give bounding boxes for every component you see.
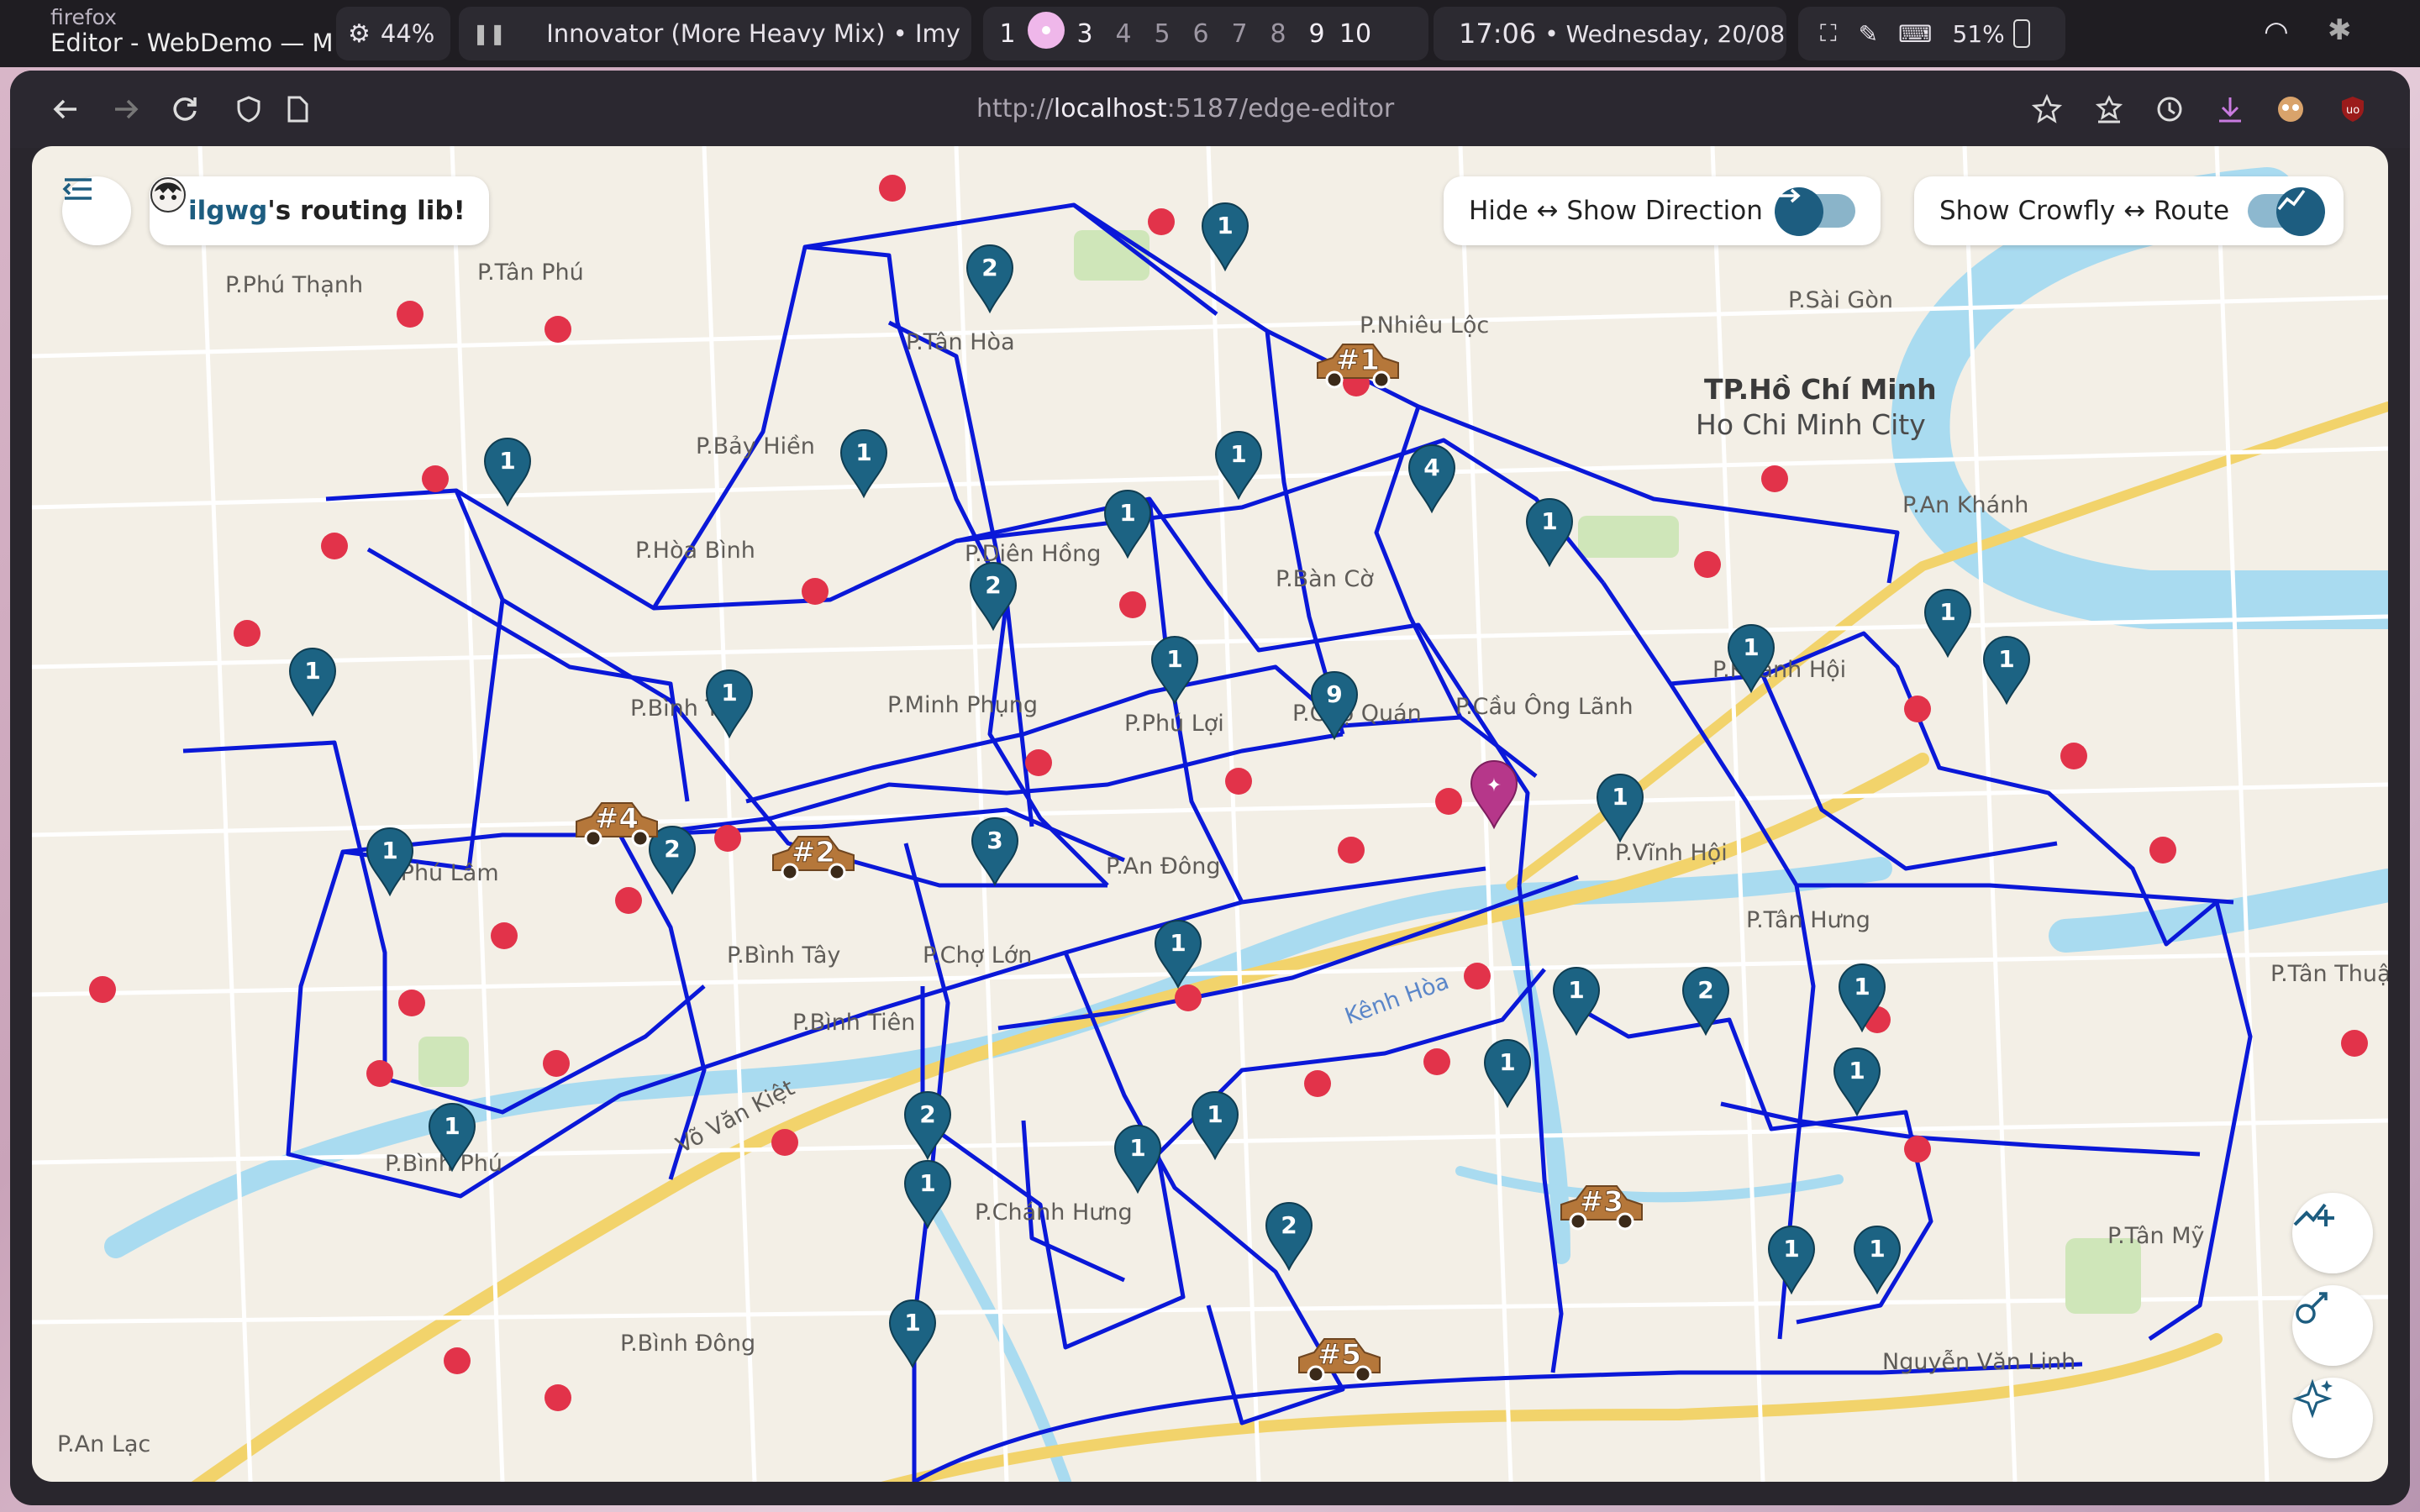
battery-icon (2012, 19, 2030, 48)
ublock-icon[interactable]: uo (2334, 91, 2371, 128)
author-avatar (150, 177, 186, 213)
add-route-button[interactable] (2292, 1193, 2373, 1273)
route-line-icon (2276, 187, 2326, 236)
svg-text:#3: #3 (1580, 1185, 1623, 1219)
workspace-5[interactable]: 5 (1143, 19, 1181, 49)
workspace-switcher: 1 3 4 5 6 7 8 9 10 (983, 7, 1428, 60)
brand-suffix: 's routing lib! (267, 196, 466, 226)
workspace-4[interactable]: 4 (1104, 19, 1143, 49)
menu-collapse-icon (62, 178, 92, 200)
url-prefix: http:// (976, 94, 1054, 123)
media-widget[interactable]: ❚❚ Innovator (More Heavy Mix) • Imy (459, 7, 971, 60)
url-bar[interactable]: http://localhost:5187/edge-editor (976, 94, 1394, 123)
route-toggle[interactable]: Show Crowfly ↔ Route (1914, 176, 2344, 245)
vehicle-layer: #1 #2 #3 #4 #5 (575, 343, 1644, 1383)
svg-text:uo: uo (2346, 104, 2360, 117)
vehicle-marker[interactable]: #3 (1560, 1184, 1644, 1231)
svg-text:#1: #1 (1336, 344, 1380, 377)
cpu-indicator[interactable]: ⚙ 44% (336, 7, 450, 60)
extension-avatar-icon[interactable] (2272, 91, 2309, 128)
system-topbar: firefox Editor - WebDemo — Moz ⚙ 44% ❚❚ … (0, 0, 2420, 67)
history-icon[interactable] (2151, 91, 2188, 128)
wifi-icon[interactable]: ◠ (2264, 15, 2289, 49)
svg-text:#2: #2 (792, 836, 835, 869)
cpu-icon: ⚙ (348, 18, 371, 49)
arrow-right-icon (1774, 187, 1823, 236)
clock-time: 17:06 (1459, 18, 1537, 50)
map-canvas[interactable]: P.Phú Thạnh P.Tân Phú P.Bảy Hiền P.Hòa B… (32, 146, 2388, 1482)
back-icon[interactable] (47, 91, 84, 128)
route-plan-icon (2296, 1292, 2328, 1324)
brand-badge: ilgwg's routing lib! (150, 176, 489, 245)
brand-text: ilgwg's routing lib! (188, 196, 466, 226)
color-picker-icon[interactable]: ✎ (1859, 20, 1878, 48)
page-icon[interactable] (279, 91, 316, 128)
workspace-2-current[interactable] (1027, 12, 1065, 55)
url-path: :5187/edge-editor (1166, 94, 1395, 123)
add-route-icon (2293, 1203, 2334, 1226)
magic-button[interactable] (2292, 1378, 2373, 1458)
workspace-6[interactable]: 6 (1181, 19, 1220, 49)
quick-tools: ⛶ ✎ ⌨ 51% (1798, 7, 2065, 60)
tracking-shield-icon[interactable] (230, 91, 267, 128)
cpu-value: 44% (380, 19, 435, 48)
workspace-3[interactable]: 3 (1065, 19, 1104, 49)
media-title: Innovator (More Heavy Mix) • Imy (546, 19, 960, 48)
fullscreen-icon[interactable]: ⛶ (1820, 19, 1837, 48)
workspace-9[interactable]: 9 (1297, 19, 1336, 49)
workspace-7[interactable]: 7 (1220, 19, 1259, 49)
clock-date: • Wednesday, 20/08 (1544, 19, 1786, 48)
active-app-name: firefox (50, 5, 117, 29)
battery-value: 51% (1952, 19, 2005, 48)
url-host: localhost (1053, 94, 1167, 123)
direction-switch[interactable] (1774, 187, 1855, 236)
direction-toggle[interactable]: Hide ↔ Show Direction (1444, 176, 1881, 245)
active-window-title: Editor - WebDemo — Moz (50, 31, 333, 55)
download-icon[interactable] (2212, 91, 2249, 128)
bookmark-star-icon[interactable] (2028, 91, 2065, 128)
route-switch[interactable] (2248, 187, 2326, 236)
direction-toggle-label: Hide ↔ Show Direction (1469, 196, 1763, 226)
vehicle-marker[interactable]: #4 (575, 801, 659, 848)
clock-widget[interactable]: 17:06 • Wednesday, 20/08 (1434, 7, 1786, 60)
magic-icon (2292, 1378, 2333, 1419)
sidebar-toggle-button[interactable] (62, 176, 131, 245)
brand-user: ilgwg (188, 196, 268, 226)
browser-navbar: http://localhost:5187/edge-editor uo (10, 71, 2410, 148)
reload-icon[interactable] (166, 91, 203, 128)
svg-text:#4: #4 (595, 802, 639, 836)
workspace-8[interactable]: 8 (1259, 19, 1297, 49)
keyboard-icon[interactable]: ⌨ (1898, 20, 1932, 48)
active-window-label: firefox Editor - WebDemo — Moz (50, 7, 333, 55)
pause-icon[interactable]: ❚❚ (472, 22, 506, 45)
svg-text:#5: #5 (1318, 1338, 1361, 1372)
workspace-10[interactable]: 10 (1336, 19, 1375, 49)
vehicle-marker[interactable]: #2 (771, 835, 855, 881)
route-toggle-label: Show Crowfly ↔ Route (1939, 196, 2230, 226)
vehicle-marker[interactable]: #1 (1316, 343, 1400, 389)
bookmarks-icon[interactable] (2091, 91, 2128, 128)
vehicle-marker[interactable]: #5 (1297, 1337, 1381, 1383)
bluetooth-icon[interactable]: ✱ (2328, 13, 2352, 47)
forward-icon[interactable] (108, 91, 145, 128)
browser-window: http://localhost:5187/edge-editor uo P.P… (10, 71, 2410, 1505)
workspace-1[interactable]: 1 (988, 19, 1027, 49)
route-plan-button[interactable] (2292, 1285, 2373, 1366)
